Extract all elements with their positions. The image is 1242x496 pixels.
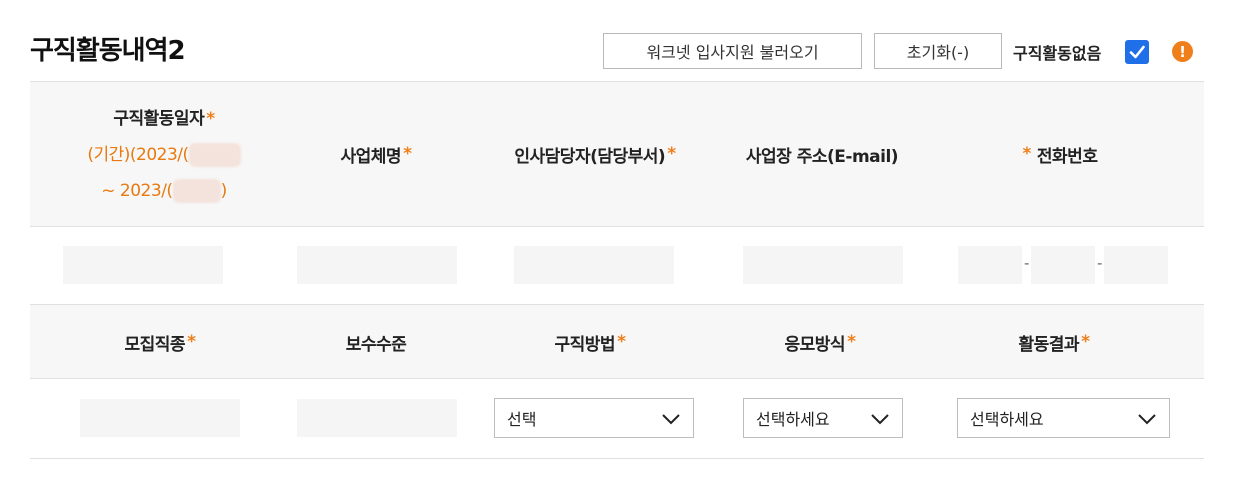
phone-separator: -: [1097, 254, 1103, 272]
checkmark-icon: [1129, 45, 1145, 59]
apply-method-select[interactable]: 선택하세요: [743, 398, 903, 438]
date-input[interactable]: [63, 246, 223, 284]
salary-input[interactable]: [297, 399, 457, 437]
page-title: 구직활동내역2: [30, 36, 186, 66]
period-start: (기간)(2023/(: [87, 137, 241, 173]
address-input[interactable]: [743, 246, 903, 284]
required-mark: *: [1081, 332, 1090, 352]
required-mark: *: [617, 332, 626, 352]
no-activity-checkbox[interactable]: [1125, 40, 1149, 64]
reset-button[interactable]: 초기화(-): [874, 33, 1002, 69]
worknet-import-button[interactable]: 워크넷 입사지원 불러오기: [603, 33, 862, 69]
chevron-down-icon: [871, 414, 889, 425]
phone-input-2[interactable]: [1031, 246, 1095, 284]
company-input[interactable]: [297, 246, 457, 284]
address-header: 사업장 주소(E-mail): [745, 146, 899, 167]
chevron-down-icon: [1138, 414, 1156, 425]
required-mark: *: [187, 332, 196, 352]
chevron-down-icon: [662, 414, 680, 425]
phone-input-3[interactable]: [1104, 246, 1168, 284]
phone-input-1[interactable]: [958, 246, 1022, 284]
apply-method-header: 응모방식 *: [784, 332, 856, 355]
result-select[interactable]: 선택하세요: [957, 398, 1170, 438]
method-header: 구직방법 *: [554, 332, 626, 355]
table-bottom-divider: [30, 458, 1204, 459]
required-mark: *: [206, 109, 215, 129]
required-mark: *: [847, 332, 856, 352]
method-select[interactable]: 선택: [494, 398, 694, 438]
exclamation-circle-icon[interactable]: !: [1172, 41, 1193, 62]
phone-separator: -: [1024, 254, 1030, 272]
redacted-text: [188, 143, 241, 167]
required-mark: *: [1022, 144, 1032, 164]
result-header: 활동결과 *: [1018, 332, 1090, 355]
redacted-text: [172, 179, 221, 203]
required-mark: *: [667, 144, 676, 164]
required-mark: *: [403, 144, 412, 164]
hr-manager-input[interactable]: [514, 246, 674, 284]
period-end: ~ 2023/(): [101, 179, 227, 203]
job-type-input[interactable]: [80, 399, 240, 437]
job-type-header: 모집직종 *: [124, 332, 196, 355]
date-header-label: 구직활동일자: [113, 109, 205, 129]
date-header: 구직활동일자 * (기간)(2023/( ~ 2023/(): [64, 100, 264, 210]
hr-manager-header: 인사담당자(담당부서) *: [514, 144, 676, 167]
salary-header: 보수수준: [345, 334, 407, 355]
no-activity-label: 구직활동없음: [1013, 44, 1102, 63]
company-header: 사업체명 *: [340, 144, 412, 167]
phone-header: * 전화번호: [1022, 144, 1098, 167]
